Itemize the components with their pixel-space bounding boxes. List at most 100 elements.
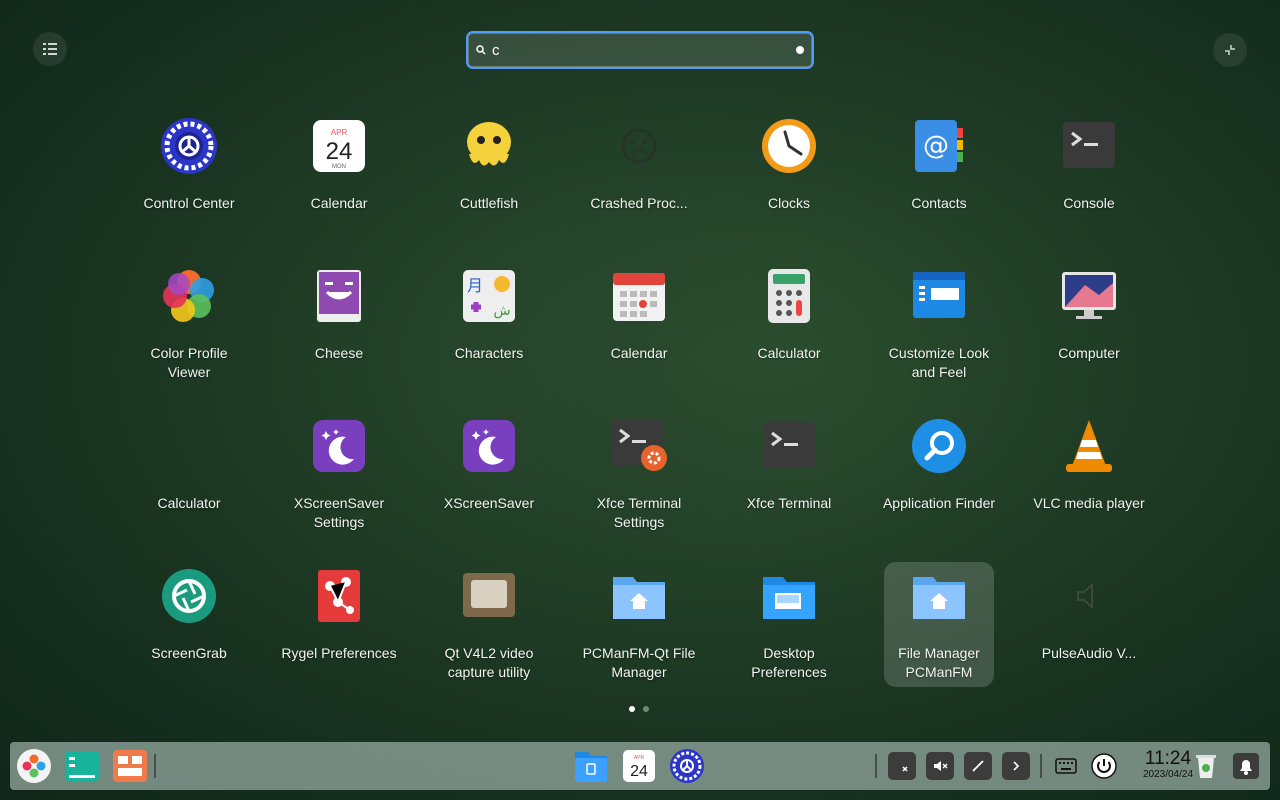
search-input[interactable]: [492, 41, 796, 59]
app-calendar[interactable]: APR 24 MON Calendar: [264, 112, 414, 237]
clock-icon: [762, 119, 816, 173]
dock-calendar[interactable]: APR 24: [621, 748, 657, 784]
dock-separator: [875, 754, 877, 778]
dock-separator: [1040, 754, 1042, 778]
window-icon: [913, 272, 965, 318]
app-desktop-preferences[interactable]: Desktop Preferences: [714, 562, 864, 687]
search-box[interactable]: [466, 31, 814, 69]
app-application-finder[interactable]: Application Finder: [864, 412, 1014, 537]
app-computer[interactable]: Computer: [1014, 262, 1164, 387]
app-label: XScreenSaver Settings: [293, 495, 385, 530]
app-label: PulseAudio V...: [1041, 645, 1137, 661]
app-calendar-2[interactable]: Calendar: [564, 262, 714, 387]
home-folder-icon: [613, 577, 665, 619]
app-customize-look-and-feel[interactable]: Customize Look and Feel: [864, 262, 1014, 387]
app-characters[interactable]: 月 ش Characters: [414, 262, 564, 387]
calendar-icon: APR 24: [623, 750, 655, 782]
calendar-day: 24: [326, 138, 353, 165]
tray-network[interactable]: [964, 752, 992, 780]
onscreen-keyboard-button[interactable]: [1048, 748, 1084, 784]
app-label: Qt V4L2 video capture utility: [444, 645, 534, 680]
close-small-icon: [902, 766, 908, 772]
app-screengrab[interactable]: ScreenGrab: [114, 562, 264, 687]
app-label: Color Profile Viewer: [150, 345, 228, 380]
app-console[interactable]: Console: [1014, 112, 1164, 237]
app-label: Calendar: [610, 345, 668, 361]
clear-search-button[interactable]: [796, 46, 804, 54]
app-xfce-terminal-settings[interactable]: Xfce Terminal Settings: [564, 412, 714, 537]
app-file-manager-pcmanfm[interactable]: File Manager PCManFM: [884, 562, 994, 687]
app-label: Rygel Preferences: [281, 645, 397, 661]
tray-expand[interactable]: [1002, 752, 1030, 780]
calendar-grid-icon: [613, 273, 665, 321]
multitask-view-button[interactable]: [64, 748, 100, 784]
app-pcmanfm-qt[interactable]: PCManFM-Qt File Manager: [564, 562, 714, 687]
app-label: Clocks: [767, 195, 810, 211]
collapse-icon: [1225, 45, 1235, 55]
moon-stars-icon: [313, 420, 365, 472]
exit-fullscreen-button[interactable]: [1213, 33, 1247, 67]
search-icon: [476, 45, 486, 55]
app-label: Cuttlefish: [459, 195, 519, 211]
app-contacts[interactable]: @ Contacts: [864, 112, 1014, 237]
power-button[interactable]: [1086, 748, 1122, 784]
app-pulseaudio[interactable]: PulseAudio V...: [1014, 562, 1164, 687]
app-label: Cheese: [314, 345, 364, 361]
workspace-icon: [113, 750, 147, 782]
app-calculator-2[interactable]: Calculator: [114, 412, 264, 537]
app-label: XScreenSaver: [443, 495, 535, 511]
char-glyph: 月: [467, 276, 483, 295]
network-disconnected-icon: [972, 760, 984, 772]
calendar-icon: APR 24 MON: [313, 120, 365, 172]
control-center-icon: [670, 749, 704, 783]
app-label: Control Center: [143, 195, 235, 211]
vlc-cone-icon: [1066, 420, 1112, 472]
app-calculator[interactable]: Calculator: [714, 262, 864, 387]
dock: APR 24 11:24 2023/04/24: [10, 742, 1270, 790]
sad-face-icon: [621, 128, 657, 164]
dock-file-manager[interactable]: [573, 748, 609, 784]
home-folder-icon: [913, 577, 965, 619]
aperture-icon: [162, 569, 216, 623]
page-dot-active[interactable]: [629, 706, 635, 712]
page-dot[interactable]: [643, 706, 649, 712]
tray-volume[interactable]: [926, 752, 954, 780]
app-rygel-preferences[interactable]: Rygel Preferences: [264, 562, 414, 687]
tray-screen-recorder[interactable]: [888, 752, 916, 780]
tv-icon: [463, 573, 515, 617]
launcher-icon: [17, 749, 51, 783]
rygel-icon: [318, 570, 360, 622]
app-cheese[interactable]: Cheese: [264, 262, 414, 387]
trash-button[interactable]: [1188, 748, 1224, 784]
app-xscreensaver-settings[interactable]: XScreenSaver Settings: [264, 412, 414, 537]
app-qt-v4l2[interactable]: Qt V4L2 video capture utility: [414, 562, 564, 687]
terminal-settings-icon: [611, 419, 667, 471]
app-label: Calculator: [157, 495, 221, 511]
svg-text:@: @: [923, 131, 949, 161]
contacts-icon: @: [915, 120, 963, 172]
app-vlc[interactable]: VLC media player: [1014, 412, 1164, 537]
app-label: PCManFM-Qt File Manager: [582, 645, 696, 680]
app-control-center[interactable]: Control Center: [114, 112, 264, 237]
app-clocks[interactable]: Clocks: [714, 112, 864, 237]
chevron-right-icon: [1013, 761, 1020, 771]
dock-control-center[interactable]: [669, 748, 705, 784]
calendar-weekday: MON: [332, 164, 346, 170]
app-label: Characters: [454, 345, 524, 361]
volume-muted-icon: [934, 761, 948, 771]
app-label: Contacts: [911, 195, 967, 211]
dock-calendar-day: 24: [630, 763, 648, 780]
category-view-button[interactable]: [33, 32, 67, 66]
app-color-profile-viewer[interactable]: Color Profile Viewer: [114, 262, 264, 387]
launcher-button[interactable]: [16, 748, 52, 784]
workspace-button[interactable]: [112, 748, 148, 784]
control-center-icon: [161, 118, 217, 174]
app-xscreensaver[interactable]: XScreenSaver: [414, 412, 564, 537]
app-crashed-processes[interactable]: Crashed Proc...: [564, 112, 714, 237]
app-cuttlefish[interactable]: Cuttlefish: [414, 112, 564, 237]
notification-button[interactable]: [1228, 748, 1264, 784]
speaker-icon: [1077, 582, 1093, 610]
app-label: Xfce Terminal: [746, 495, 832, 511]
page-indicator: [629, 706, 649, 712]
app-xfce-terminal[interactable]: Xfce Terminal: [714, 412, 864, 537]
